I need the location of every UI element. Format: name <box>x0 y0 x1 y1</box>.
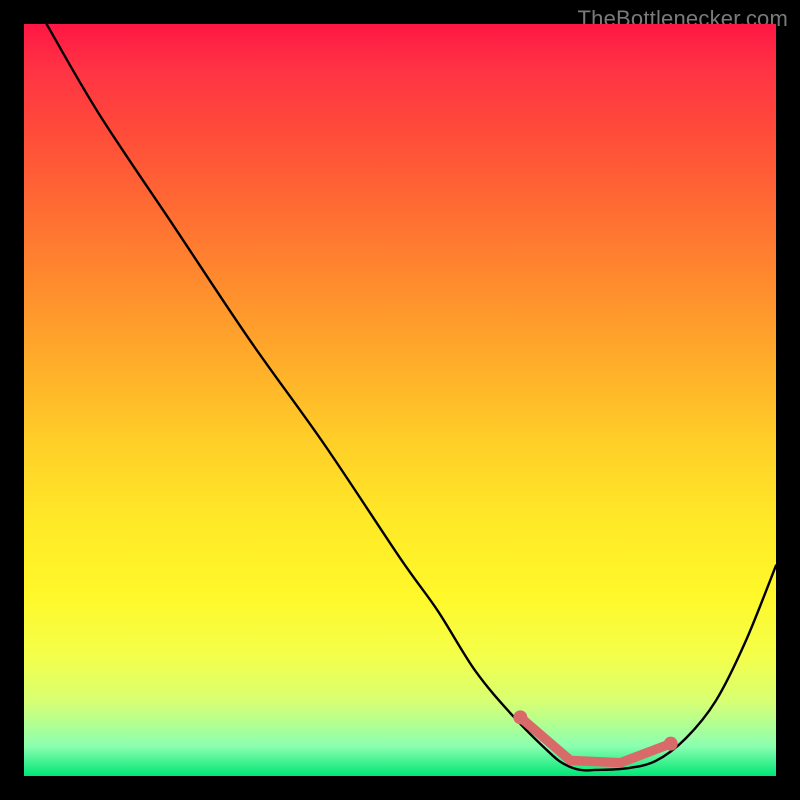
highlight-dot-left <box>513 710 527 724</box>
highlight-segment <box>520 717 670 762</box>
plot-area <box>24 24 776 776</box>
curve-svg <box>24 24 776 776</box>
chart-frame: TheBottlenecker.com <box>0 0 800 800</box>
bottleneck-curve <box>47 24 776 770</box>
highlight-dot-right <box>664 737 678 751</box>
